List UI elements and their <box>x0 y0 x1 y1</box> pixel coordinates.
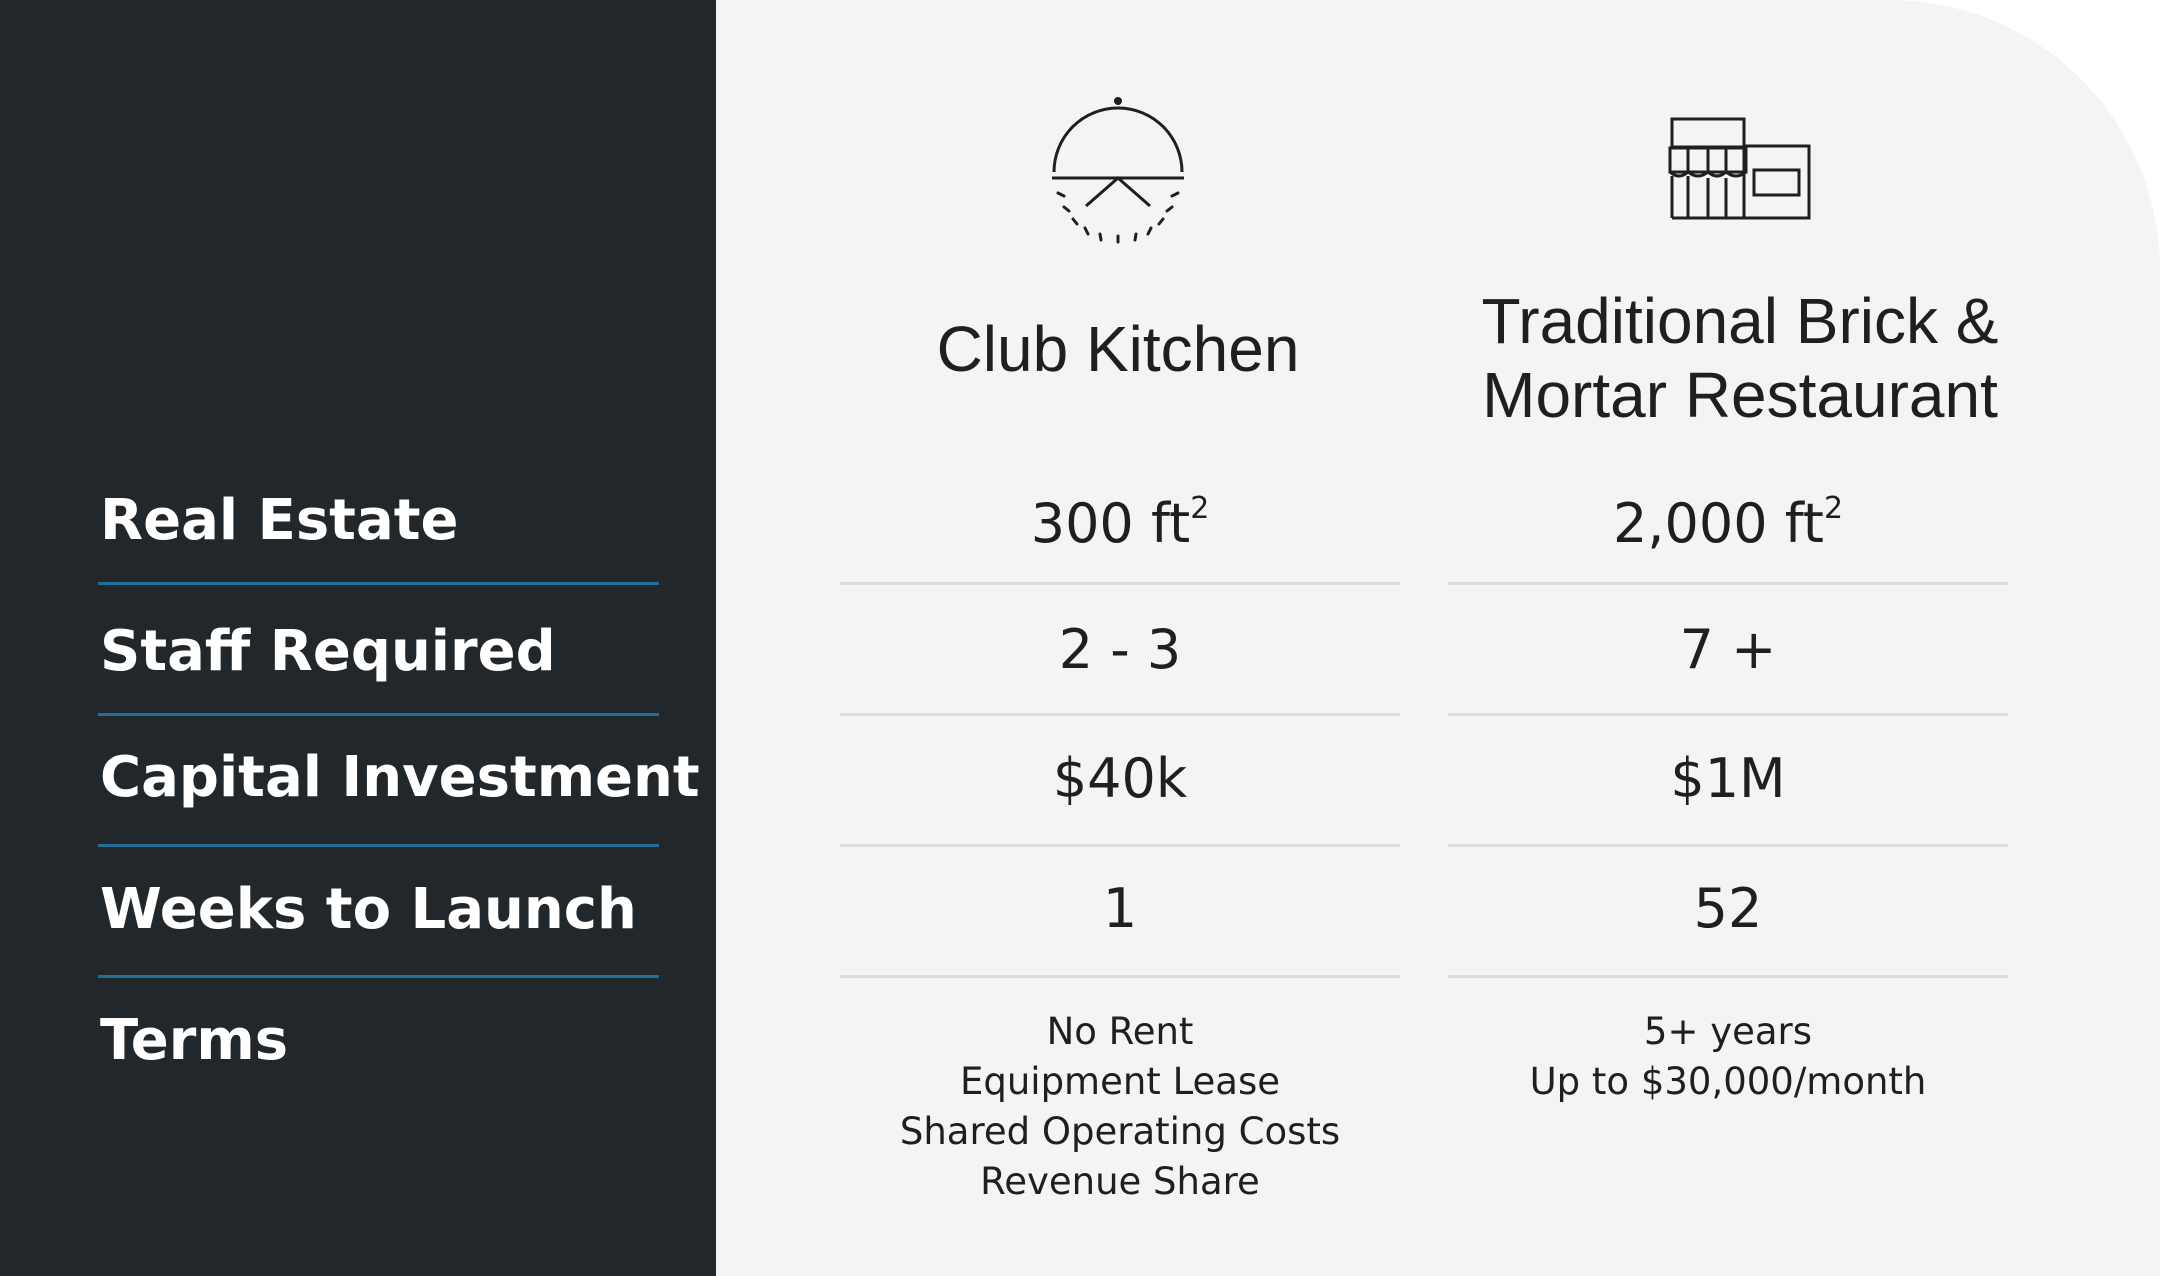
cell-divider <box>1448 582 2008 585</box>
brick-mortar-terms: 5+ years Up to $30,000/month <box>1448 1007 2008 1107</box>
row-divider <box>98 713 659 716</box>
title-line: Traditional Brick & <box>1481 285 1999 357</box>
terms-line: Revenue Share <box>980 1160 1260 1203</box>
row-label-capital-investment: Capital Investment <box>100 745 700 810</box>
storefront-icon <box>1668 116 1813 220</box>
title-line: Mortar Restaurant <box>1482 359 1998 431</box>
club-kitchen-staff: 2 - 3 <box>1058 618 1182 681</box>
column-title-club-kitchen: Club Kitchen <box>936 313 1300 385</box>
terms-line: 5+ years <box>1643 1010 1813 1053</box>
cell-divider <box>840 582 1400 585</box>
row-labels-panel: Real Estate Staff Required Capital Inves… <box>0 0 716 1276</box>
brick-mortar-staff: 7 + <box>1679 618 1777 681</box>
row-label-terms: Terms <box>100 1008 289 1073</box>
cell-divider <box>1448 975 2008 978</box>
row-divider <box>98 844 659 847</box>
club-kitchen-capital: $40k <box>1052 747 1188 810</box>
cell-divider <box>840 844 1400 847</box>
terms-line: Shared Operating Costs <box>899 1110 1341 1153</box>
column-title-brick-and-mortar: Traditional Brick & Mortar Restaurant <box>1440 284 2040 432</box>
row-label-staff-required: Staff Required <box>100 619 556 684</box>
club-kitchen-real-estate: 300 ft2 <box>1030 491 1210 555</box>
row-divider <box>98 582 659 585</box>
cell-divider <box>840 975 1400 978</box>
brick-mortar-real-estate: 2,000 ft2 <box>1612 491 1844 555</box>
terms-line: Up to $30,000/month <box>1529 1060 1927 1103</box>
terms-line: Equipment Lease <box>959 1060 1281 1103</box>
brick-mortar-weeks: 52 <box>1693 877 1763 940</box>
row-divider <box>98 975 659 978</box>
cell-divider <box>1448 713 2008 716</box>
row-label-real-estate: Real Estate <box>100 488 459 553</box>
brick-mortar-capital: $1M <box>1670 747 1786 810</box>
club-kitchen-weeks: 1 <box>1102 877 1138 940</box>
cell-divider <box>840 713 1400 716</box>
cell-divider <box>1448 844 2008 847</box>
cloche-icon <box>1050 92 1186 244</box>
terms-line: No Rent <box>1046 1010 1194 1053</box>
row-label-weeks-to-launch: Weeks to Launch <box>100 877 637 942</box>
club-kitchen-terms: No Rent Equipment Lease Shared Operating… <box>840 1007 1400 1207</box>
